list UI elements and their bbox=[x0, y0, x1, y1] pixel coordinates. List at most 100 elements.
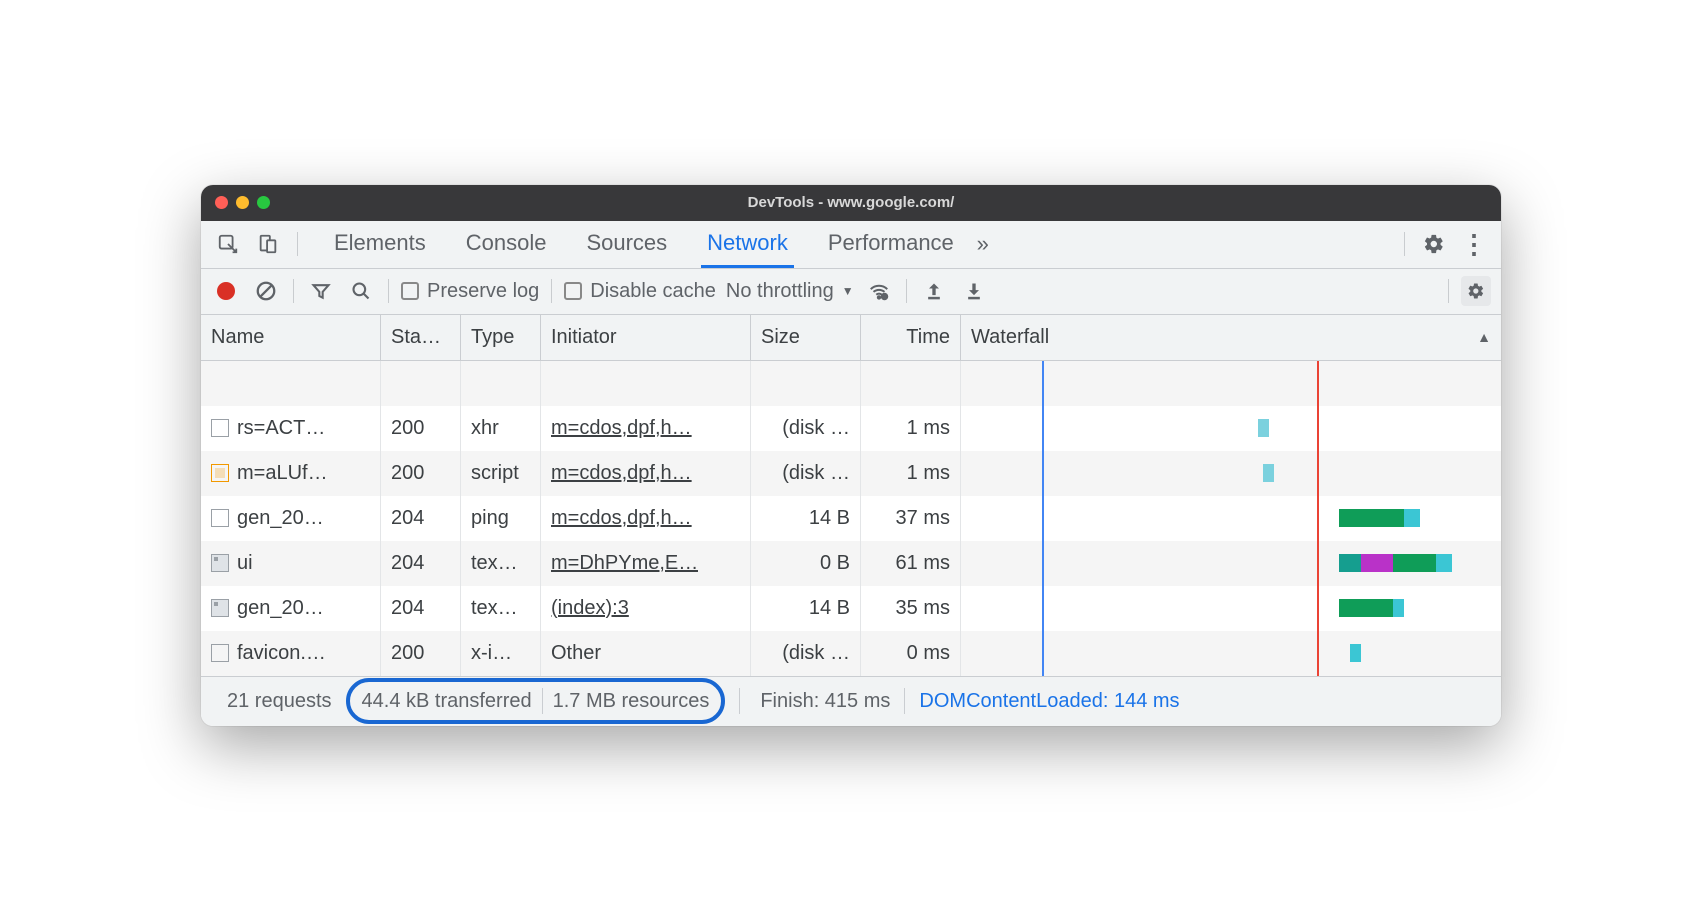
filter-icon[interactable] bbox=[306, 276, 336, 306]
throttling-select[interactable]: No throttling ▼ bbox=[726, 280, 854, 303]
col-status[interactable]: Sta… bbox=[381, 315, 461, 360]
disable-cache-checkbox[interactable]: Disable cache bbox=[564, 280, 716, 303]
titlebar: DevTools - www.google.com/ bbox=[201, 185, 1501, 221]
request-name: ui bbox=[237, 552, 253, 575]
highlighted-stats: 44.4 kB transferred 1.7 MB resources bbox=[346, 678, 726, 724]
status-transferred: 44.4 kB transferred bbox=[362, 690, 532, 713]
device-toolbar-icon[interactable] bbox=[251, 227, 285, 261]
request-name: m=aLUf… bbox=[237, 462, 328, 485]
initiator-cell[interactable]: m=DhPYme,E… bbox=[541, 541, 751, 586]
waterfall-cell bbox=[961, 406, 1501, 451]
table-row[interactable]: favicon.… 200 x-i… Other (disk … 0 ms bbox=[201, 631, 1501, 676]
tab-elements[interactable]: Elements bbox=[328, 220, 432, 268]
waterfall-cell bbox=[961, 631, 1501, 676]
waterfall-cell bbox=[961, 451, 1501, 496]
devtools-window: DevTools - www.google.com/ Elements Cons… bbox=[201, 185, 1501, 726]
type-cell: tex… bbox=[461, 541, 541, 586]
request-name: gen_20… bbox=[237, 507, 324, 530]
file-icon bbox=[211, 464, 229, 482]
tab-sources[interactable]: Sources bbox=[580, 220, 673, 268]
tab-performance[interactable]: Performance bbox=[822, 220, 960, 268]
window-controls bbox=[215, 196, 270, 209]
col-name[interactable]: Name bbox=[201, 315, 381, 360]
col-time[interactable]: Time bbox=[861, 315, 961, 360]
file-icon bbox=[211, 419, 229, 437]
size-cell: (disk … bbox=[751, 451, 861, 496]
initiator-cell[interactable]: m=cdos,dpf,h… bbox=[541, 496, 751, 541]
status-domcontentloaded: DOMContentLoaded: 144 ms bbox=[905, 690, 1193, 713]
status-cell: 204 bbox=[381, 586, 461, 631]
record-button[interactable] bbox=[211, 276, 241, 306]
network-settings-icon[interactable] bbox=[1461, 276, 1491, 306]
status-cell: 200 bbox=[381, 406, 461, 451]
request-name: favicon.… bbox=[237, 642, 326, 665]
initiator-cell[interactable]: Other bbox=[541, 631, 751, 676]
table-row[interactable]: ui 204 tex… m=DhPYme,E… 0 B 61 ms bbox=[201, 541, 1501, 586]
type-cell: script bbox=[461, 451, 541, 496]
time-cell: 35 ms bbox=[861, 586, 961, 631]
waterfall-cell bbox=[961, 586, 1501, 631]
table-row[interactable]: rs=ACT… 200 xhr m=cdos,dpf,h… (disk … 1 … bbox=[201, 406, 1501, 451]
table-header: Name Sta… Type Initiator Size Time Water… bbox=[201, 315, 1501, 361]
status-cell: 200 bbox=[381, 451, 461, 496]
tab-network[interactable]: Network bbox=[701, 220, 794, 268]
file-icon bbox=[211, 599, 229, 617]
status-cell: 204 bbox=[381, 496, 461, 541]
file-icon bbox=[211, 644, 229, 662]
time-cell: 1 ms bbox=[861, 406, 961, 451]
status-finish: Finish: 415 ms bbox=[746, 690, 904, 713]
size-cell: 14 B bbox=[751, 586, 861, 631]
window-title: DevTools - www.google.com/ bbox=[201, 194, 1501, 211]
chevron-down-icon: ▼ bbox=[842, 284, 854, 298]
requests-table: Name Sta… Type Initiator Size Time Water… bbox=[201, 315, 1501, 676]
status-cell: 200 bbox=[381, 631, 461, 676]
network-toolbar: Preserve log Disable cache No throttling… bbox=[201, 269, 1501, 315]
col-initiator[interactable]: Initiator bbox=[541, 315, 751, 360]
time-cell: 0 ms bbox=[861, 631, 961, 676]
network-conditions-icon[interactable] bbox=[864, 276, 894, 306]
size-cell: 0 B bbox=[751, 541, 861, 586]
inspect-element-icon[interactable] bbox=[211, 227, 245, 261]
status-resources: 1.7 MB resources bbox=[553, 690, 710, 713]
tab-console[interactable]: Console bbox=[460, 220, 553, 268]
table-row[interactable]: m=aLUf… 200 script m=cdos,dpf,h… (disk …… bbox=[201, 451, 1501, 496]
size-cell: 14 B bbox=[751, 496, 861, 541]
zoom-button[interactable] bbox=[257, 196, 270, 209]
status-bar: 21 requests 44.4 kB transferred 1.7 MB r… bbox=[201, 676, 1501, 726]
preserve-log-checkbox[interactable]: Preserve log bbox=[401, 280, 539, 303]
minimize-button[interactable] bbox=[236, 196, 249, 209]
col-size[interactable]: Size bbox=[751, 315, 861, 360]
initiator-cell[interactable]: (index):3 bbox=[541, 586, 751, 631]
search-icon[interactable] bbox=[346, 276, 376, 306]
col-waterfall[interactable]: Waterfall ▲ bbox=[961, 315, 1501, 360]
close-button[interactable] bbox=[215, 196, 228, 209]
time-cell: 61 ms bbox=[861, 541, 961, 586]
settings-icon[interactable] bbox=[1417, 227, 1451, 261]
type-cell: ping bbox=[461, 496, 541, 541]
initiator-cell[interactable]: m=cdos,dpf,h… bbox=[541, 406, 751, 451]
table-row[interactable]: gen_20… 204 tex… (index):3 14 B 35 ms bbox=[201, 586, 1501, 631]
initiator-cell[interactable]: m=cdos,dpf,h… bbox=[541, 451, 751, 496]
table-body: rs=ACT… 200 xhr m=cdos,dpf,h… (disk … 1 … bbox=[201, 361, 1501, 676]
kebab-menu-icon[interactable]: ⋮ bbox=[1457, 227, 1491, 261]
status-cell: 204 bbox=[381, 541, 461, 586]
download-icon[interactable] bbox=[959, 276, 989, 306]
size-cell: (disk … bbox=[751, 406, 861, 451]
request-name: rs=ACT… bbox=[237, 417, 325, 440]
sort-icon: ▲ bbox=[1477, 329, 1491, 345]
panel-tabs: Elements Console Sources Network Perform… bbox=[201, 221, 1501, 269]
type-cell: xhr bbox=[461, 406, 541, 451]
col-type[interactable]: Type bbox=[461, 315, 541, 360]
type-cell: tex… bbox=[461, 586, 541, 631]
more-tabs-icon[interactable]: » bbox=[966, 227, 1000, 261]
size-cell: (disk … bbox=[751, 631, 861, 676]
table-row[interactable]: gen_20… 204 ping m=cdos,dpf,h… 14 B 37 m… bbox=[201, 496, 1501, 541]
file-icon bbox=[211, 509, 229, 527]
upload-icon[interactable] bbox=[919, 276, 949, 306]
waterfall-cell bbox=[961, 541, 1501, 586]
file-icon bbox=[211, 554, 229, 572]
clear-icon[interactable] bbox=[251, 276, 281, 306]
waterfall-cell bbox=[961, 496, 1501, 541]
type-cell: x-i… bbox=[461, 631, 541, 676]
time-cell: 37 ms bbox=[861, 496, 961, 541]
